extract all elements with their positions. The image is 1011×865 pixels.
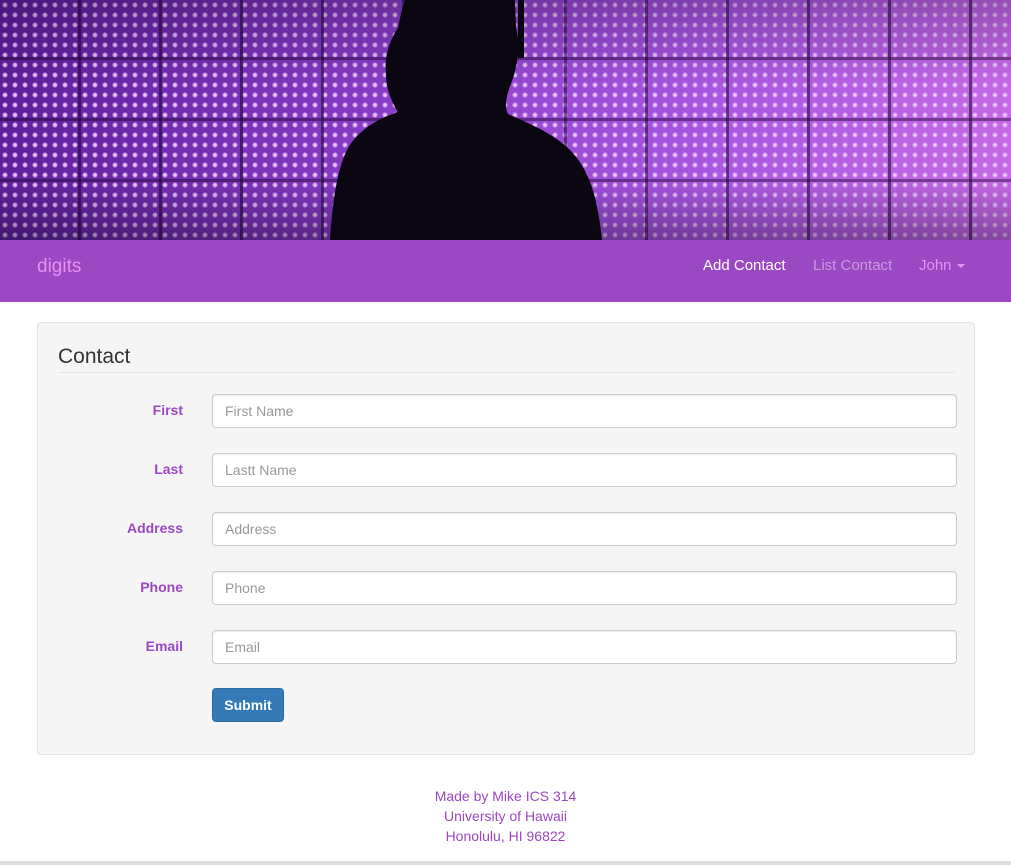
address-label: Address bbox=[126, 520, 183, 536]
user-name: John bbox=[919, 257, 952, 274]
email-label: Email bbox=[145, 638, 183, 654]
first-name-label: First bbox=[152, 402, 183, 418]
form-row-first: First bbox=[38, 394, 976, 428]
nav-add-contact[interactable]: Add Contact bbox=[703, 257, 786, 274]
caret-down-icon bbox=[956, 264, 965, 269]
footer-author: Made by Mike ICS 314 bbox=[434, 788, 577, 804]
phone-label: Phone bbox=[140, 579, 183, 595]
contact-form-panel: Contact First Last Address Phone Email S… bbox=[37, 322, 975, 755]
nav-list-contact[interactable]: List Contact bbox=[813, 257, 892, 274]
horizontal-scrollbar[interactable] bbox=[0, 861, 1011, 865]
form-row-email: Email bbox=[38, 630, 976, 664]
last-name-input[interactable] bbox=[212, 453, 957, 487]
footer-university: University of Hawaii bbox=[444, 808, 567, 824]
footer: Made by Mike ICS 314 University of Hawai… bbox=[0, 786, 1011, 846]
brand-link[interactable]: digits bbox=[37, 256, 81, 278]
phone-input[interactable] bbox=[212, 571, 957, 605]
form-row-address: Address bbox=[38, 512, 976, 546]
footer-address: Honolulu, HI 96822 bbox=[445, 828, 566, 844]
hero-banner bbox=[0, 0, 1011, 240]
user-dropdown[interactable]: John bbox=[919, 257, 965, 274]
form-row-last: Last bbox=[38, 453, 976, 487]
address-input[interactable] bbox=[212, 512, 957, 546]
person-silhouette bbox=[330, 0, 602, 240]
form-row-phone: Phone bbox=[38, 571, 976, 605]
last-name-label: Last bbox=[154, 461, 183, 477]
submit-button[interactable]: Submit bbox=[212, 688, 284, 722]
first-name-input[interactable] bbox=[212, 394, 957, 428]
navbar: digits Add Contact List Contact John bbox=[0, 240, 1011, 302]
form-title: Contact bbox=[58, 344, 956, 373]
email-input[interactable] bbox=[212, 630, 957, 664]
